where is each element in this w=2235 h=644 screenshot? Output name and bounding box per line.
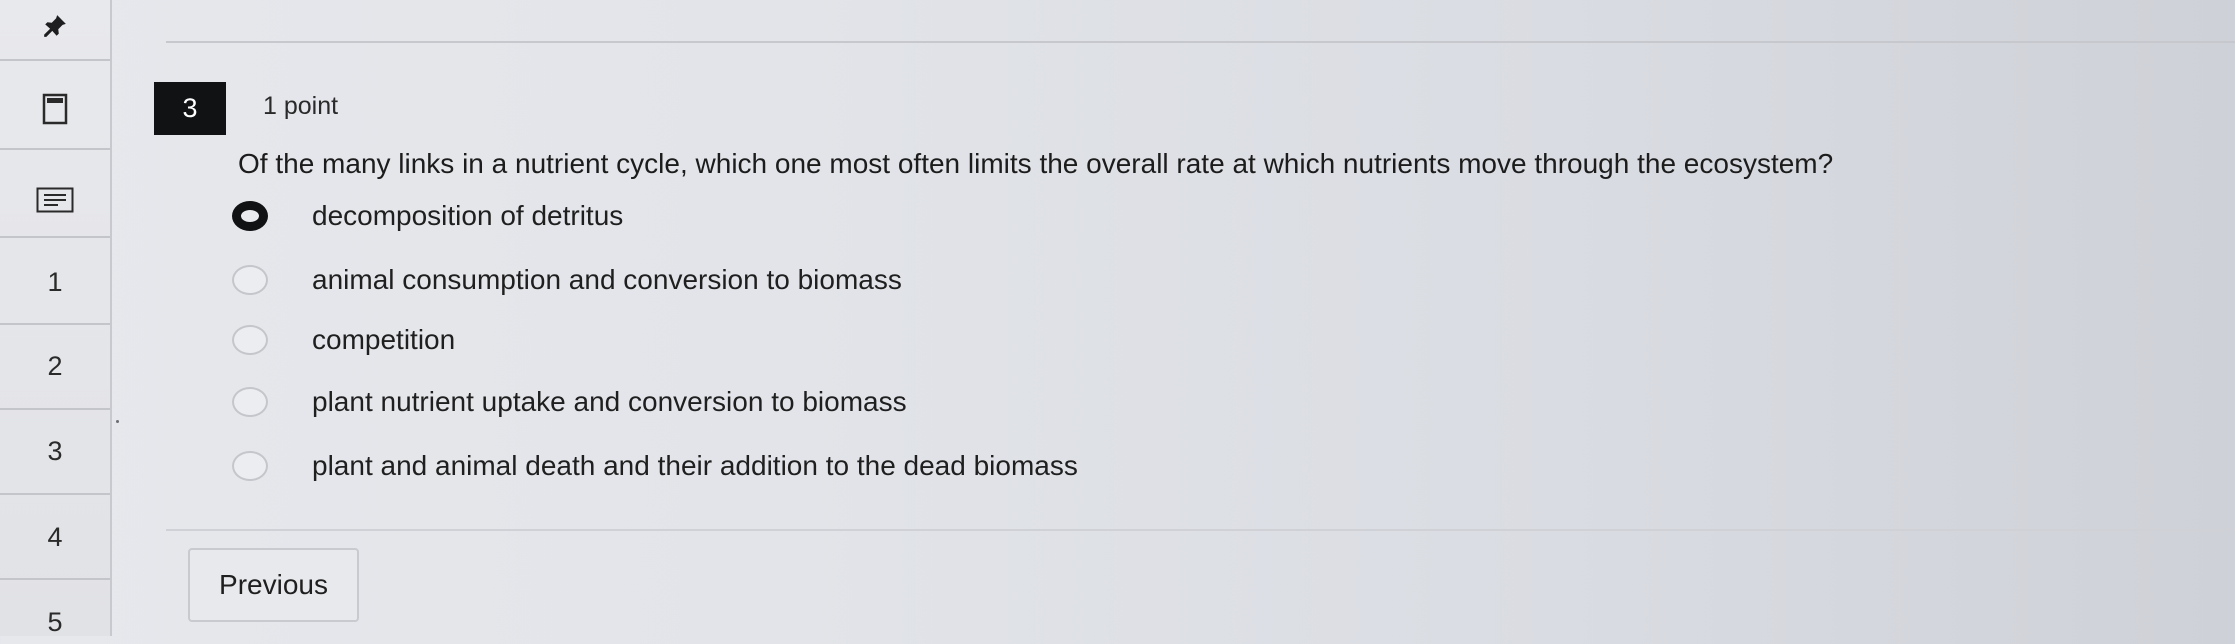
question-text: Of the many links in a nutrient cycle, w… <box>238 148 1834 179</box>
radio-button[interactable] <box>232 451 268 481</box>
pin-button[interactable] <box>0 0 110 52</box>
nav-question-3[interactable]: 3 <box>0 429 110 473</box>
notes-button[interactable] <box>0 180 110 220</box>
radio-button[interactable] <box>232 265 268 295</box>
panel-bottom-border <box>166 529 2235 531</box>
answer-option[interactable]: decomposition of detritus <box>232 194 623 238</box>
nav-question-label: 5 <box>47 606 63 637</box>
stray-dot <box>116 420 119 423</box>
nav-question-2[interactable]: 2 <box>0 344 110 388</box>
question-number-badge: 3 <box>154 82 226 135</box>
bookmark-icon <box>42 93 68 125</box>
rail-divider <box>0 408 110 410</box>
radio-button[interactable] <box>232 387 268 417</box>
rail-divider <box>0 493 110 495</box>
notes-icon <box>36 187 74 213</box>
panel-top-border <box>166 41 2235 43</box>
answer-option[interactable]: plant and animal death and their additio… <box>232 444 1078 488</box>
bookmark-button[interactable] <box>0 86 110 132</box>
answer-option[interactable]: animal consumption and conversion to bio… <box>232 258 902 302</box>
question-nav-rail: 1 2 3 4 5 <box>0 0 112 637</box>
nav-question-label: 1 <box>47 266 63 297</box>
rail-divider <box>0 236 110 238</box>
nav-question-4[interactable]: 4 <box>0 515 110 559</box>
rail-divider <box>0 148 110 150</box>
pin-icon <box>42 13 68 39</box>
rail-divider <box>0 323 110 325</box>
answer-option-label: plant nutrient uptake and conversion to … <box>312 386 907 417</box>
answer-option[interactable]: competition <box>232 318 455 362</box>
nav-question-1[interactable]: 1 <box>0 260 110 304</box>
previous-button[interactable]: Previous <box>188 548 359 622</box>
nav-question-5[interactable]: 5 <box>0 600 110 644</box>
answer-option[interactable]: plant nutrient uptake and conversion to … <box>232 380 907 424</box>
radio-button[interactable] <box>232 325 268 355</box>
answer-option-label: animal consumption and conversion to bio… <box>312 264 902 295</box>
rail-divider <box>0 59 110 61</box>
nav-question-label: 2 <box>47 350 63 381</box>
question-points: 1 point <box>263 92 339 120</box>
rail-divider <box>0 578 110 580</box>
radio-button-selected[interactable] <box>232 201 268 231</box>
answer-option-label: plant and animal death and their additio… <box>312 450 1078 481</box>
nav-question-label: 3 <box>47 435 63 466</box>
answer-option-label: competition <box>312 324 456 355</box>
answer-option-label: decomposition of detritus <box>312 200 624 231</box>
nav-question-label: 4 <box>47 521 63 552</box>
